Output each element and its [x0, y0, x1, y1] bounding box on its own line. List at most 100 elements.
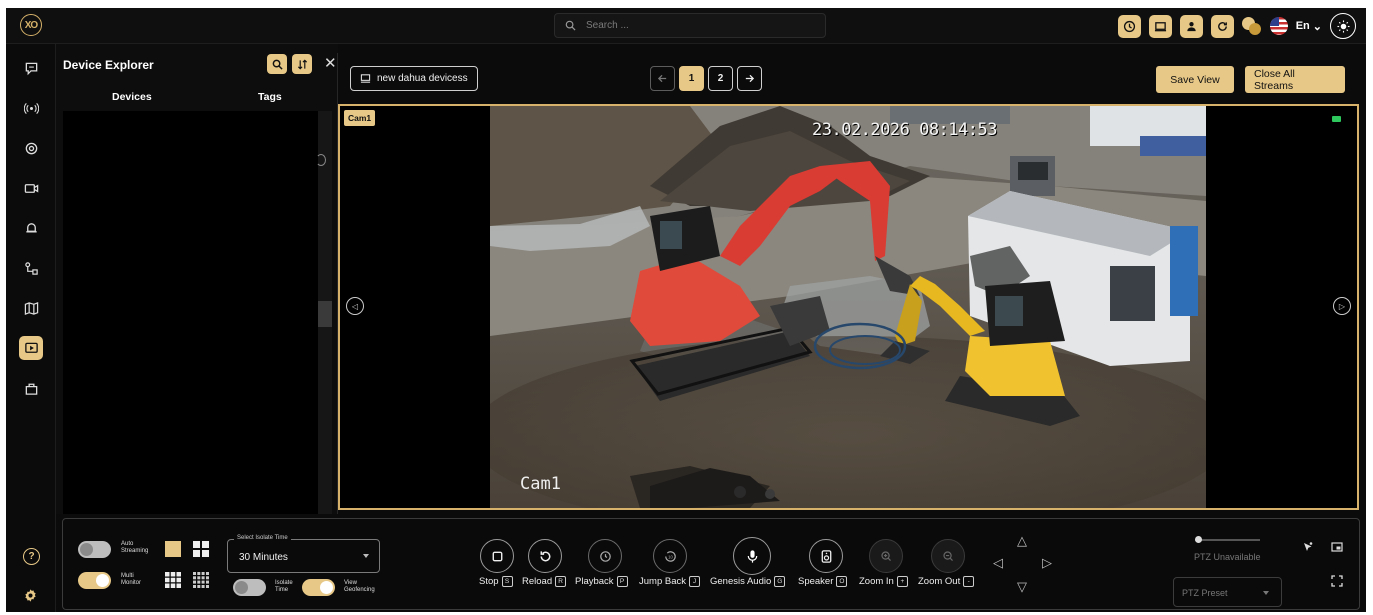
grid-3x3-icon[interactable]: [165, 572, 181, 588]
left-rail: [6, 44, 56, 612]
logo[interactable]: XO: [20, 14, 42, 36]
single-layout-icon[interactable]: [165, 541, 181, 557]
close-icon[interactable]: ✕: [324, 54, 337, 72]
arrow-left-icon: [657, 74, 667, 83]
search-input[interactable]: Search ...: [554, 13, 826, 38]
stop-icon: [492, 551, 502, 561]
clock-icon: [1123, 20, 1135, 32]
search-placeholder: Search ...: [586, 20, 629, 31]
tab-devices[interactable]: Devices: [112, 91, 152, 103]
sun-icon: [1336, 19, 1350, 33]
pagination: 1 2: [650, 66, 762, 91]
view-name-button[interactable]: new dahua devicess: [350, 66, 478, 91]
ptz-left-arrow-icon[interactable]: ◁: [993, 555, 1003, 571]
language-selector[interactable]: En ⌄: [1296, 20, 1322, 33]
next-page-button[interactable]: [737, 66, 762, 91]
help-icon[interactable]: ?: [23, 548, 40, 565]
stream-controls: Auto Streaming Multi Monitor Select Isol…: [62, 518, 1360, 610]
ptz-speed-slider[interactable]: [1195, 539, 1260, 541]
grid-4x4-icon[interactable]: [193, 572, 209, 588]
zoom-out-icon: [942, 550, 953, 561]
history-icon: [599, 550, 611, 562]
explorer-sort-button[interactable]: [292, 54, 312, 74]
monitor-button[interactable]: [1148, 14, 1172, 38]
alarm-icon[interactable]: [19, 216, 43, 240]
speaker-button[interactable]: [809, 539, 843, 573]
multi-monitor-toggle[interactable]: [78, 572, 111, 589]
refresh-button[interactable]: [1210, 14, 1234, 38]
cursor-icon[interactable]: [1302, 541, 1314, 556]
stop-button[interactable]: [480, 539, 514, 573]
osd-camera-name: Cam1: [370, 474, 561, 494]
ptz-up-arrow-icon[interactable]: △: [1017, 533, 1027, 549]
playback-button[interactable]: [588, 539, 622, 573]
ptz-preset-placeholder: PTZ Preset: [1182, 588, 1228, 598]
ptz-right-arrow-icon[interactable]: ▷: [1042, 555, 1052, 571]
user-button[interactable]: [1179, 14, 1203, 38]
device-list[interactable]: [63, 111, 318, 514]
zoom-out-label: Zoom Out -: [918, 576, 975, 587]
arrow-right-icon: [745, 74, 755, 83]
top-actions: En ⌄: [1117, 13, 1356, 39]
jump-back-button[interactable]: 10: [653, 539, 687, 573]
svg-text:10: 10: [668, 554, 673, 559]
microphone-icon: [747, 549, 757, 563]
isolate-time-select[interactable]: Select Isolate Time 30 Minutes: [227, 535, 380, 573]
gear-icon[interactable]: [23, 588, 38, 606]
auto-streaming-toggle[interactable]: [78, 541, 111, 558]
grid-2x2-icon[interactable]: [193, 541, 209, 557]
playback-label: Playback P: [575, 576, 628, 587]
page-1-button[interactable]: 1: [679, 66, 704, 91]
tab-tags[interactable]: Tags: [258, 91, 282, 103]
jump-back-label: Jump Back J: [639, 576, 700, 587]
save-view-button[interactable]: Save View: [1156, 66, 1234, 93]
picture-in-picture-icon[interactable]: [1331, 541, 1343, 556]
camera-icon[interactable]: [19, 176, 43, 200]
sort-icon: [297, 59, 307, 69]
view-geofencing-toggle[interactable]: [302, 579, 335, 596]
ptz-down-arrow-icon[interactable]: ▽: [1017, 579, 1027, 595]
chat-icon[interactable]: [19, 56, 43, 80]
recording-icon: [1332, 116, 1341, 122]
select-value: 30 Minutes: [239, 552, 288, 563]
fullscreen-icon[interactable]: [1331, 575, 1343, 590]
clock-button[interactable]: [1117, 14, 1141, 38]
camera-tag: Cam1: [344, 110, 376, 126]
zoom-out-button[interactable]: [931, 539, 965, 573]
reload-label: Reload R: [522, 576, 567, 587]
close-all-streams-button[interactable]: Close All Streams: [1245, 66, 1345, 93]
theme-toggle[interactable]: [1330, 13, 1356, 39]
caret-down-icon: [363, 554, 369, 558]
scrollbar-thumb[interactable]: [318, 301, 332, 327]
ptz-preset-select[interactable]: PTZ Preset: [1173, 577, 1282, 607]
user-icon: [1187, 21, 1196, 31]
explorer-search-button[interactable]: [267, 54, 287, 74]
settings-wheel-icon[interactable]: [19, 136, 43, 160]
prev-page-button[interactable]: [650, 66, 675, 91]
slider-handle[interactable]: [1195, 536, 1202, 543]
language-label: En: [1295, 20, 1310, 32]
search-icon: [565, 20, 576, 31]
video-tile[interactable]: Cam1 ◁ ▷ 23.02.2026 08:14:53 Cam1: [338, 104, 1359, 510]
chevron-down-icon: ⌄: [1312, 20, 1322, 33]
reload-icon: [540, 550, 550, 561]
app-window: XO Search ... En ⌄ ? Device Explorer ✕ D…: [6, 8, 1366, 612]
live-view-icon[interactable]: [19, 336, 43, 360]
next-stream-button[interactable]: ▷: [1333, 297, 1351, 315]
flow-icon[interactable]: [19, 256, 43, 280]
reload-button[interactable]: [528, 539, 562, 573]
broadcast-icon[interactable]: [19, 96, 43, 120]
bag-icon[interactable]: [19, 376, 43, 400]
flag-us-icon[interactable]: [1269, 17, 1288, 35]
page-2-button[interactable]: 2: [708, 66, 733, 91]
coins-icon[interactable]: [1241, 16, 1262, 36]
genesis-audio-button[interactable]: [733, 537, 771, 575]
device-explorer: Device Explorer ✕ Devices Tags: [56, 44, 338, 514]
zoom-in-button[interactable]: [869, 539, 903, 573]
caret-down-icon: [1263, 591, 1269, 595]
view-name-label: new dahua devicess: [377, 73, 468, 84]
map-icon[interactable]: [19, 296, 43, 320]
stop-label: Stop S: [479, 576, 513, 587]
isolate-time-toggle[interactable]: [233, 579, 266, 596]
previous-stream-button[interactable]: ◁: [346, 297, 364, 315]
